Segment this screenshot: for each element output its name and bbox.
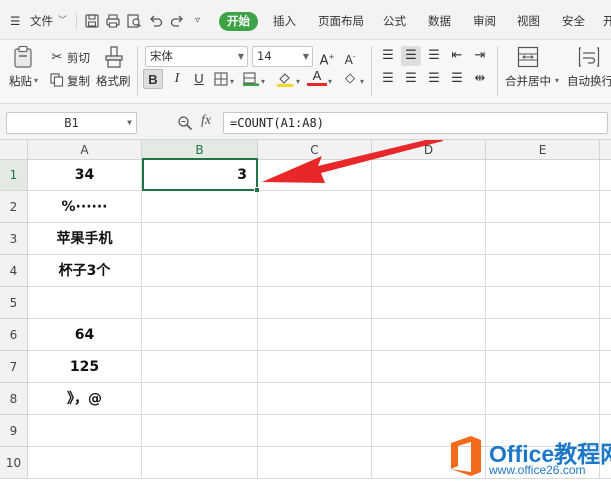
chevron-down-icon[interactable]: ▾	[230, 75, 234, 89]
cut-icon[interactable]: ✂	[47, 48, 67, 68]
save-icon[interactable]	[84, 13, 100, 29]
align-middle-icon[interactable]: ☰	[401, 46, 421, 66]
chevron-down-icon[interactable]: ▾	[261, 75, 265, 89]
print-preview-icon[interactable]	[126, 13, 142, 29]
function-icon[interactable]: fx	[201, 113, 211, 129]
bold-button[interactable]: B	[143, 69, 163, 89]
align-right-icon[interactable]: ☰	[424, 69, 444, 89]
tab-security[interactable]: 安全	[562, 11, 585, 31]
wrap-text-button[interactable]: 自动换行	[567, 74, 611, 88]
chevron-down-icon[interactable]: ﹀	[58, 11, 67, 31]
undo-icon[interactable]	[148, 13, 164, 29]
format-painter-button[interactable]: 格式刷	[96, 74, 131, 88]
border-icon[interactable]	[214, 72, 228, 86]
tab-start[interactable]: 开始	[219, 12, 258, 31]
tab-view[interactable]: 视图	[517, 11, 540, 31]
font-name-value: 宋体	[150, 49, 173, 63]
align-bottom-icon[interactable]: ☰	[424, 46, 444, 66]
distributed-icon[interactable]: ⇹	[470, 69, 490, 89]
menu-icon[interactable]: ☰	[10, 11, 20, 31]
fill-color-icon[interactable]	[277, 71, 293, 87]
conditional-format-icon[interactable]	[243, 72, 259, 86]
cut-button[interactable]: 剪切	[67, 51, 90, 65]
chevron-down-icon: ▼	[237, 52, 244, 61]
tab-more[interactable]: 开	[603, 11, 611, 31]
tab-insert[interactable]: 插入	[273, 11, 296, 31]
paste-button[interactable]: 粘贴	[9, 74, 32, 88]
zoom-icon[interactable]	[177, 115, 193, 131]
copy-button[interactable]: 复制	[67, 74, 90, 88]
align-top-icon[interactable]: ☰	[378, 46, 398, 66]
formula-input[interactable]: =COUNT(A1:A8)	[223, 112, 608, 134]
font-size-value: 14	[257, 49, 272, 63]
wrap-text-icon[interactable]	[578, 46, 600, 68]
decrease-indent-icon[interactable]: ⇤	[447, 46, 467, 66]
name-box-value: B1	[64, 116, 79, 130]
increase-font-icon[interactable]: A+	[317, 47, 337, 68]
copy-icon[interactable]	[50, 73, 64, 87]
increase-indent-icon[interactable]: ⇥	[470, 46, 490, 66]
tab-data[interactable]: 数据	[428, 11, 451, 31]
menu-bar: ☰ 文件 ﹀ ▿ 开始 插入 页面布局 公式 数据 审阅 视图 安全 开	[0, 0, 611, 40]
spreadsheet-grid: A B C D E 1 34 3 2 %······ 3 苹果手机 4 杯子3个 5 6 64 7 125…	[0, 140, 611, 482]
tab-formula[interactable]: 公式	[383, 11, 406, 31]
paste-dropdown-icon[interactable]: ▾	[34, 74, 38, 88]
watermark-url: www.office26.com	[489, 463, 586, 477]
paste-icon[interactable]	[12, 45, 34, 69]
divider	[497, 46, 498, 96]
align-left-icon[interactable]: ☰	[378, 69, 398, 89]
file-menu[interactable]: 文件	[30, 11, 53, 31]
divider	[371, 46, 372, 96]
divider	[76, 13, 77, 29]
arrow-shape	[262, 140, 443, 183]
eraser-icon[interactable]: ◇	[340, 69, 360, 89]
tab-page-layout[interactable]: 页面布局	[318, 11, 364, 31]
decrease-font-icon[interactable]: A-	[340, 47, 360, 67]
italic-button[interactable]: I	[167, 69, 187, 89]
format-painter-icon[interactable]	[104, 45, 124, 69]
chevron-down-icon[interactable]: ▾	[360, 75, 364, 89]
chevron-down-icon: ▼	[302, 52, 309, 61]
office-logo-icon	[451, 436, 481, 476]
font-size-select[interactable]: 14 ▼	[252, 46, 313, 67]
merge-center-icon[interactable]	[517, 46, 539, 68]
tab-review[interactable]: 审阅	[473, 11, 496, 31]
chevron-down-icon[interactable]: ▾	[296, 75, 300, 89]
justify-icon[interactable]: ☰	[447, 69, 467, 89]
print-icon[interactable]	[105, 13, 121, 29]
align-center-icon[interactable]: ☰	[401, 69, 421, 89]
chevron-down-icon[interactable]: ▾	[328, 75, 332, 89]
annotation-arrow	[262, 140, 443, 183]
underline-button[interactable]: U	[189, 69, 209, 89]
font-color-icon[interactable]: A	[307, 67, 327, 86]
ribbon: 粘贴 ▾ ✂ 剪切 复制 格式刷 宋体 ▼ 14 ▼ A+ A- B I U ▾…	[0, 40, 611, 104]
name-box[interactable]: B1 ▼	[6, 112, 137, 134]
customize-toolbar-icon[interactable]: ▿	[195, 11, 200, 31]
chevron-down-icon[interactable]: ▾	[555, 74, 559, 88]
chevron-down-icon: ▼	[127, 118, 132, 127]
divider	[137, 46, 138, 96]
watermark: Office教程网 www.office26.com	[445, 432, 611, 482]
merge-center-button[interactable]: 合并居中	[505, 74, 551, 88]
font-name-select[interactable]: 宋体 ▼	[145, 46, 248, 67]
formula-bar: B1 ▼ fx =COUNT(A1:A8)	[0, 104, 611, 140]
redo-icon[interactable]	[169, 13, 185, 29]
